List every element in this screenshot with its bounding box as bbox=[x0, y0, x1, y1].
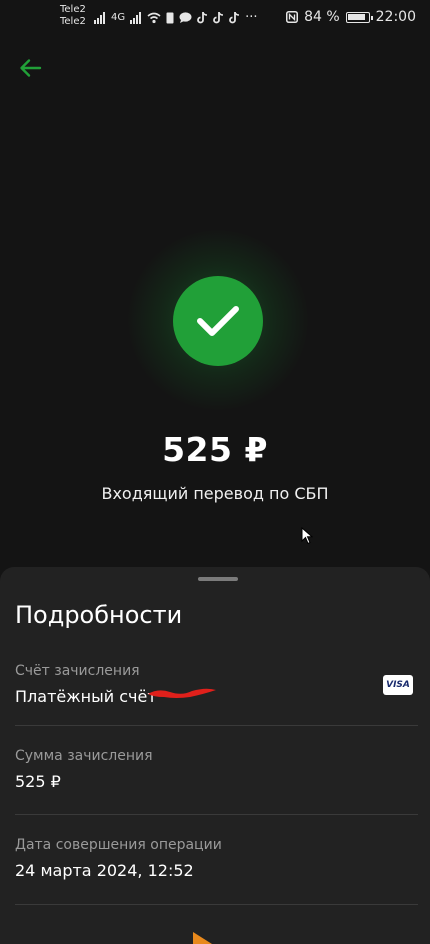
date-row: Дата совершения операции 24 марта 2024, … bbox=[15, 837, 415, 880]
date-value: 24 марта 2024, 12:52 bbox=[15, 861, 194, 880]
signal-icon bbox=[94, 11, 106, 24]
sum-label: Сумма зачисления bbox=[15, 748, 153, 764]
sum-row: Сумма зачисления 525 ₽ bbox=[15, 748, 415, 791]
divider bbox=[15, 725, 418, 726]
battery-icon bbox=[345, 11, 373, 23]
checkmark-icon bbox=[197, 306, 239, 336]
divider bbox=[15, 814, 418, 815]
status-icons: 4G ··· bbox=[94, 10, 258, 25]
next-item-icon bbox=[193, 932, 212, 944]
carrier-2: Tele2 bbox=[60, 16, 86, 27]
sum-value: 525 ₽ bbox=[15, 772, 61, 791]
back-arrow-icon bbox=[20, 59, 42, 77]
divider bbox=[15, 904, 418, 905]
network-type: 4G bbox=[111, 12, 126, 23]
carrier-1: Tele2 bbox=[60, 4, 86, 15]
nfc-icon bbox=[286, 11, 299, 23]
details-title: Подробности bbox=[15, 601, 183, 629]
mouse-cursor-icon bbox=[301, 527, 313, 545]
account-label: Счёт зачисления bbox=[15, 663, 140, 679]
tiktok-icon bbox=[229, 11, 240, 23]
transfer-description: Входящий перевод по СБП bbox=[101, 484, 329, 503]
tiktok-icon bbox=[213, 11, 224, 23]
carrier-names: Tele2 Tele2 bbox=[60, 4, 86, 28]
battery-percent: 84 % bbox=[304, 9, 340, 25]
back-button[interactable] bbox=[16, 56, 44, 80]
chat-icon bbox=[179, 11, 192, 23]
signal-2-icon bbox=[130, 11, 142, 24]
success-badge bbox=[173, 276, 263, 366]
status-right: 84 % 22:00 bbox=[286, 9, 416, 25]
more-notifications-icon: ··· bbox=[245, 10, 258, 25]
tiktok-icon bbox=[197, 11, 208, 23]
sim-alert-icon bbox=[166, 12, 174, 23]
redaction-scribble bbox=[148, 688, 216, 698]
status-bar: Tele2 Tele2 4G ··· 84 % 22:00 bbox=[0, 0, 430, 34]
clock: 22:00 bbox=[375, 9, 416, 25]
sheet-drag-handle[interactable] bbox=[198, 577, 238, 581]
visa-card-icon: VISA bbox=[383, 675, 413, 695]
wifi-icon bbox=[147, 12, 161, 23]
details-sheet: Подробности Счёт зачисления Платёжный сч… bbox=[0, 567, 430, 944]
transfer-amount: 525 ₽ bbox=[162, 430, 268, 469]
date-label: Дата совершения операции bbox=[15, 837, 222, 853]
